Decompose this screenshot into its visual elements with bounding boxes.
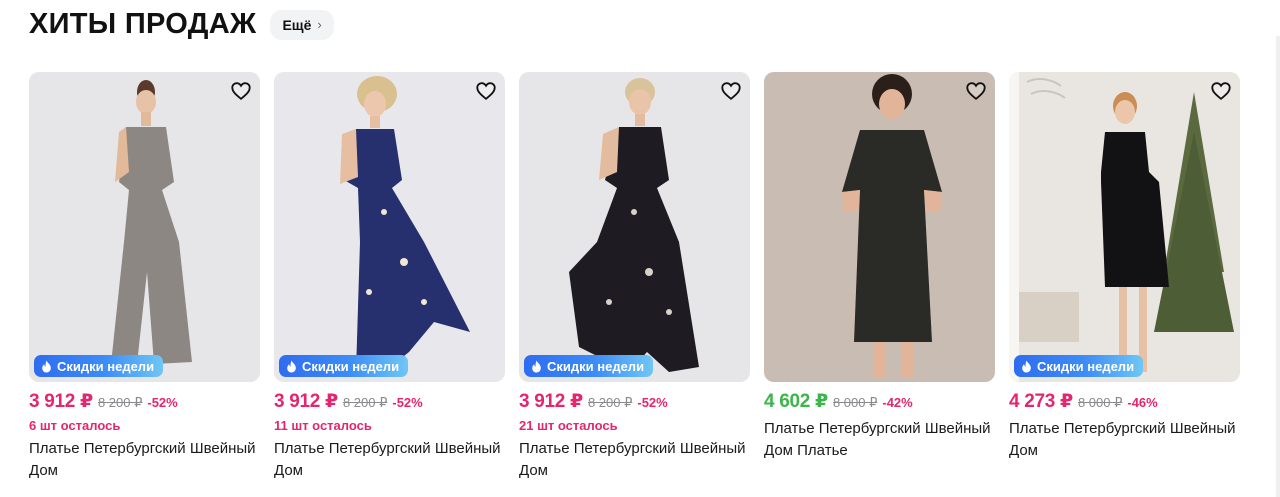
favorite-heart-icon[interactable] xyxy=(720,80,742,102)
badge-label: Скидки недели xyxy=(1037,358,1135,374)
badge-label: Скидки недели xyxy=(302,358,400,374)
dress-photo xyxy=(29,72,260,382)
product-card[interactable]: Скидки недели 4 273 ₽ 8 000 ₽ -46% Плать… xyxy=(1009,72,1240,482)
more-button[interactable]: Ещё › xyxy=(270,9,334,40)
current-price: 4 602 ₽ xyxy=(764,391,828,412)
price-row: 3 912 ₽ 8 200 ₽ -52% xyxy=(519,390,750,412)
product-card[interactable]: Скидки недели 3 912 ₽ 8 200 ₽ -52% 21 шт… xyxy=(519,72,750,482)
old-price: 8 000 ₽ xyxy=(1077,395,1123,410)
product-name[interactable]: Платье Петербургский Швейный Дом xyxy=(519,438,750,482)
price-row: 3 912 ₽ 8 200 ₽ -52% xyxy=(29,390,260,412)
stock-left: 6 шт осталось xyxy=(29,418,121,433)
current-price: 3 912 ₽ xyxy=(29,391,93,412)
old-price: 8 200 ₽ xyxy=(342,395,388,410)
chevron-right-icon: › xyxy=(317,17,322,32)
discount-percent: -46% xyxy=(1127,395,1158,410)
section-header: ХИТЫ ПРОДАЖ Ещё › xyxy=(29,8,334,41)
badge-label: Скидки недели xyxy=(547,358,645,374)
product-image[interactable] xyxy=(764,72,995,382)
product-image[interactable]: Скидки недели xyxy=(1009,72,1240,382)
current-price: 4 273 ₽ xyxy=(1009,391,1073,412)
dress-photo xyxy=(274,72,505,382)
dress-photo xyxy=(519,72,750,382)
favorite-heart-icon[interactable] xyxy=(965,80,987,102)
old-price: 8 000 ₽ xyxy=(832,395,878,410)
discount-percent: -52% xyxy=(392,395,423,410)
weekly-discount-badge: Скидки недели xyxy=(524,355,654,377)
favorite-heart-icon[interactable] xyxy=(475,80,497,102)
scrollbar[interactable] xyxy=(1276,36,1280,497)
discount-percent: -52% xyxy=(637,395,668,410)
product-image[interactable]: Скидки недели xyxy=(519,72,750,382)
product-list: Скидки недели 3 912 ₽ 8 200 ₽ -52% 6 шт … xyxy=(29,72,1240,482)
product-image[interactable]: Скидки недели xyxy=(274,72,505,382)
fire-icon xyxy=(287,360,296,372)
price-row: 4 273 ₽ 8 000 ₽ -46% xyxy=(1009,390,1240,412)
current-price: 3 912 ₽ xyxy=(519,391,583,412)
dress-photo xyxy=(1009,72,1240,382)
product-card[interactable]: 4 602 ₽ 8 000 ₽ -42% Платье Петербургски… xyxy=(764,72,995,482)
dress-photo xyxy=(764,72,995,382)
product-name[interactable]: Платье Петербургский Швейный Дом xyxy=(1009,418,1240,462)
product-image[interactable]: Скидки недели xyxy=(29,72,260,382)
fire-icon xyxy=(42,360,51,372)
weekly-discount-badge: Скидки недели xyxy=(279,355,409,377)
product-name[interactable]: Платье Петербургский Швейный Дом xyxy=(29,438,260,482)
stock-left: 21 шт осталось xyxy=(519,418,618,433)
old-price: 8 200 ₽ xyxy=(587,395,633,410)
stock-left: 11 шт осталось xyxy=(274,418,372,433)
product-card[interactable]: Скидки недели 3 912 ₽ 8 200 ₽ -52% 11 шт… xyxy=(274,72,505,482)
favorite-heart-icon[interactable] xyxy=(230,80,252,102)
weekly-discount-badge: Скидки недели xyxy=(1014,355,1144,377)
favorite-heart-icon[interactable] xyxy=(1210,80,1232,102)
badge-label: Скидки недели xyxy=(57,358,155,374)
current-price: 3 912 ₽ xyxy=(274,391,338,412)
weekly-discount-badge: Скидки недели xyxy=(34,355,164,377)
more-label: Ещё xyxy=(282,16,312,33)
fire-icon xyxy=(1022,360,1031,372)
product-card[interactable]: Скидки недели 3 912 ₽ 8 200 ₽ -52% 6 шт … xyxy=(29,72,260,482)
section-title: ХИТЫ ПРОДАЖ xyxy=(29,8,257,40)
product-name[interactable]: Платье Петербургский Швейный Дом xyxy=(274,438,505,482)
discount-percent: -52% xyxy=(147,395,178,410)
price-row: 3 912 ₽ 8 200 ₽ -52% xyxy=(274,390,505,412)
discount-percent: -42% xyxy=(882,395,913,410)
product-name[interactable]: Платье Петербургский Швейный Дом Платье xyxy=(764,418,995,462)
fire-icon xyxy=(532,360,541,372)
price-row: 4 602 ₽ 8 000 ₽ -42% xyxy=(764,390,995,412)
old-price: 8 200 ₽ xyxy=(97,395,143,410)
